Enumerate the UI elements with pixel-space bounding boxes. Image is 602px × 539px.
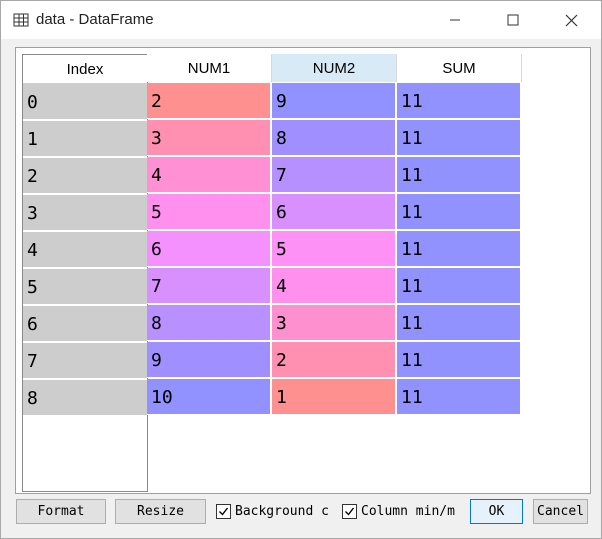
table-cell[interactable]: 11 <box>397 379 521 415</box>
table-icon <box>13 13 29 27</box>
minimize-button[interactable] <box>426 1 484 39</box>
column-minmax-checkbox[interactable]: Column min/m <box>342 502 455 520</box>
cancel-button[interactable]: Cancel <box>533 499 588 524</box>
checkbox-box[interactable] <box>216 503 231 519</box>
dataframe-window: data - DataFrame Index 0 1 2 3 4 5 6 7 8… <box>0 0 602 539</box>
checkmark-icon <box>219 507 229 516</box>
index-cell[interactable]: 4 <box>23 232 147 268</box>
table-cell[interactable]: 7 <box>272 157 396 193</box>
table-cell[interactable]: 5 <box>272 231 396 267</box>
table-cell[interactable]: 6 <box>272 194 396 230</box>
table-cell[interactable]: 5 <box>147 194 271 230</box>
table-cell[interactable]: 10 <box>147 379 271 415</box>
format-button[interactable]: Format <box>16 499 106 524</box>
maximize-button[interactable] <box>484 1 542 39</box>
title-bar: data - DataFrame <box>1 1 601 39</box>
index-cell[interactable]: 7 <box>23 343 147 379</box>
table-cell[interactable]: 11 <box>397 194 521 230</box>
table-cell[interactable]: 11 <box>397 120 521 156</box>
close-button[interactable] <box>542 1 600 39</box>
index-cell[interactable]: 0 <box>23 84 147 120</box>
index-column: Index 0 1 2 3 4 5 6 7 8 <box>22 54 148 492</box>
table-cell[interactable]: 11 <box>397 342 521 378</box>
background-color-label: Background c <box>235 503 329 519</box>
table-cell[interactable]: 11 <box>397 157 521 193</box>
background-color-checkbox[interactable]: Background c <box>216 502 329 520</box>
window-title: data - DataFrame <box>36 11 154 28</box>
table-cell[interactable]: 1 <box>272 379 396 415</box>
table-cell[interactable]: 8 <box>272 120 396 156</box>
dataframe-table: Index 0 1 2 3 4 5 6 7 8 NUM1 NUM2 SUM 29… <box>15 47 591 494</box>
maximize-icon <box>507 14 519 26</box>
checkmark-icon <box>345 507 355 516</box>
checkbox-box[interactable] <box>342 503 357 519</box>
table-cell[interactable]: 3 <box>147 120 271 156</box>
close-icon <box>565 14 577 26</box>
table-cell[interactable]: 9 <box>147 342 271 378</box>
index-cell[interactable]: 3 <box>23 195 147 231</box>
column-header-num2[interactable]: NUM2 <box>272 54 397 82</box>
table-cell[interactable]: 7 <box>147 268 271 304</box>
column-header-num1[interactable]: NUM1 <box>147 54 272 82</box>
table-cell[interactable]: 9 <box>272 83 396 119</box>
table-cell[interactable]: 11 <box>397 305 521 341</box>
table-cell[interactable]: 11 <box>397 83 521 119</box>
index-cell[interactable]: 8 <box>23 380 147 416</box>
index-cell[interactable]: 2 <box>23 158 147 194</box>
resize-button[interactable]: Resize <box>115 499 206 524</box>
index-cell[interactable]: 6 <box>23 306 147 342</box>
index-cell[interactable]: 5 <box>23 269 147 305</box>
index-header[interactable]: Index <box>23 55 147 84</box>
table-cell[interactable]: 8 <box>147 305 271 341</box>
table-cell[interactable]: 6 <box>147 231 271 267</box>
ok-button[interactable]: OK <box>470 499 523 524</box>
minimize-icon <box>450 19 460 21</box>
index-cell[interactable]: 1 <box>23 121 147 157</box>
column-minmax-label: Column min/m <box>361 503 455 519</box>
table-cell[interactable]: 11 <box>397 268 521 304</box>
table-cell[interactable]: 4 <box>147 157 271 193</box>
table-cell[interactable]: 2 <box>147 83 271 119</box>
table-cell[interactable]: 4 <box>272 268 396 304</box>
table-cell[interactable]: 11 <box>397 231 521 267</box>
column-header-sum[interactable]: SUM <box>397 54 522 82</box>
table-cell[interactable]: 3 <box>272 305 396 341</box>
table-cell[interactable]: 2 <box>272 342 396 378</box>
